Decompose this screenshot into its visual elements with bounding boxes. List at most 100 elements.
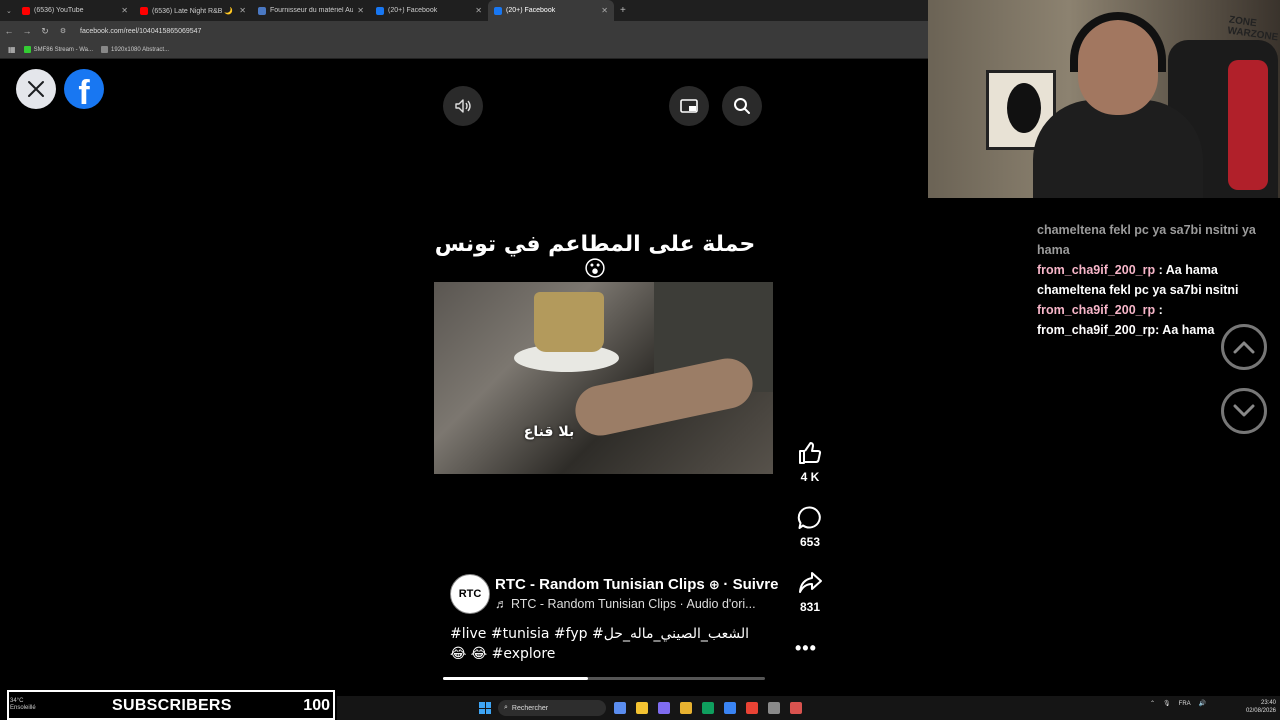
browser-tab[interactable]: Fournisseur du matériel Audiovisuel✕ — [252, 0, 370, 21]
chat-text: Aa hama — [1165, 263, 1218, 277]
tab-close-icon[interactable]: ✕ — [475, 6, 482, 15]
hashtags-line-2[interactable]: 😂 😂 #explore — [450, 644, 770, 664]
chat-text: chameltena fekl pc ya sa7bi nsitni — [1037, 283, 1239, 297]
clock-date: 02/08/2026 — [1245, 708, 1276, 714]
chat-separator: : — [1155, 263, 1166, 277]
language-indicator[interactable]: FRA — [1179, 701, 1191, 707]
channel-name[interactable]: RTC - Random Tunisian Clips — [495, 576, 705, 593]
tab-close-icon[interactable]: ✕ — [601, 6, 608, 15]
chat-username[interactable]: from_cha9if_200_rp — [1037, 303, 1155, 317]
browser-tab[interactable]: (20+) Facebook ✕ — [488, 0, 614, 21]
chat-message: chameltena fekl pc ya sa7bi nsitni ya ha… — [1037, 220, 1262, 260]
taskbar-app-icon[interactable] — [790, 702, 802, 714]
tab-favicon — [22, 6, 30, 15]
tab-label: (20+) Facebook — [388, 7, 438, 14]
chat-text: chameltena fekl pc ya sa7bi nsitni ya ha… — [1037, 223, 1256, 257]
volume-icon[interactable]: 🔊 — [1199, 700, 1206, 707]
weather-temp: 34°C — [10, 698, 24, 704]
apps-grid-icon[interactable]: ▦ — [8, 45, 16, 54]
reel-hashtags: #live #tunisia #fyp #الشعب_الصيني_ماله_ح… — [450, 624, 770, 664]
weather-desc: Ensoleillé — [10, 705, 36, 711]
taskbar-search-placeholder: Rechercher — [511, 704, 549, 712]
forward-icon[interactable]: → — [18, 26, 36, 36]
tab-label: Fournisseur du matériel Audiovisuel — [270, 7, 354, 14]
tab-favicon — [258, 6, 266, 15]
tab-favicon — [376, 6, 384, 15]
taskbar-app-icon[interactable] — [746, 702, 758, 714]
chat-scroll-up-button[interactable] — [1221, 324, 1267, 370]
channel-avatar[interactable]: RTC — [450, 574, 490, 614]
tab-close-icon[interactable]: ✕ — [121, 6, 128, 15]
comment-icon — [797, 506, 821, 529]
bookmark-favicon — [23, 46, 31, 53]
taskbar-clock[interactable]: 23:40 02/08/2026 — [1232, 699, 1276, 715]
channel-header: RTC - Random Tunisian Clips ⊕ · Suivre — [495, 576, 778, 593]
audio-track-link[interactable]: ♬ RTC - Random Tunisian Clips · Audio d'… — [495, 597, 770, 611]
tab-favicon — [140, 6, 148, 15]
more-options-button[interactable]: ••• — [795, 638, 817, 659]
video-caption: بلا قناع — [523, 424, 575, 440]
browser-tab-bar: ⌄ (6536) YouTube ✕ (6536) Late Night R&B 🌙… — [0, 0, 928, 21]
share-arrow-icon — [799, 572, 822, 593]
share-button[interactable]: 831 — [790, 570, 830, 614]
bookmarks-bar: ▦ SMF86 Stream - Wa... 1920x1080 Abstract… — [0, 41, 928, 59]
like-count: 4 K — [800, 470, 820, 484]
reel-video[interactable]: بلا قناع — [434, 282, 773, 474]
tab-list-chevron[interactable]: ⌄ — [0, 0, 16, 21]
search-icon: ⌕ — [504, 704, 508, 711]
back-icon[interactable]: ← — [0, 26, 18, 36]
chat-separator: : — [1155, 303, 1163, 317]
mute-button[interactable] — [443, 86, 483, 126]
subscribers-label: SUBSCRIBERS — [112, 697, 232, 714]
browser-tab[interactable]: (6536) YouTube ✕ — [16, 0, 134, 21]
globe-icon: ⊕ — [708, 577, 724, 592]
taskbar-app-icon[interactable] — [636, 702, 648, 714]
microphone-icon[interactable]: 🎙 — [1163, 700, 1171, 707]
system-tray: ⌃ 🎙 FRA 🔊 — [1150, 700, 1206, 708]
weather-widget[interactable]: 34°C Ensoleillé — [10, 698, 36, 712]
taskbar-app-icon[interactable] — [614, 702, 626, 714]
tab-favicon — [494, 6, 502, 15]
taskbar-app-icon[interactable] — [658, 702, 670, 714]
taskbar-app-icon[interactable] — [768, 702, 780, 714]
tab-close-icon[interactable]: ✕ — [357, 6, 364, 15]
bookmark-item[interactable]: SMF86 Stream - Wa... — [23, 46, 94, 53]
windows-start-icon[interactable] — [479, 702, 491, 714]
taskbar-app-icon[interactable] — [724, 702, 736, 714]
site-info-icon[interactable]: ⚙ — [54, 27, 72, 35]
clock-time: 23:40 — [1260, 700, 1276, 706]
follow-button[interactable]: Suivre — [733, 576, 779, 593]
tab-close-icon[interactable]: ✕ — [239, 6, 246, 15]
browser-tab[interactable]: (6536) Late Night R&B 🌙 Dark ✕ — [134, 0, 252, 21]
stream-chat: chameltena fekl pc ya sa7bi nsitni ya ha… — [1037, 220, 1262, 340]
browser-tab[interactable]: (20+) Facebook ✕ — [370, 0, 488, 21]
taskbar-app-icon[interactable] — [702, 702, 714, 714]
like-button[interactable]: 4 K — [790, 440, 830, 484]
follow-separator: · — [723, 576, 729, 593]
tab-label: (6536) Late Night R&B 🌙 Dark — [152, 7, 235, 15]
search-button[interactable] — [722, 86, 762, 126]
reel-title: حملة على المطاعم في تونس 😮 — [434, 232, 756, 282]
bookmark-label: SMF86 Stream - Wa... — [33, 46, 94, 53]
new-tab-button[interactable]: + — [614, 0, 632, 21]
picture-in-picture-button[interactable] — [669, 86, 709, 126]
pip-icon — [680, 99, 698, 113]
share-count: 831 — [799, 600, 821, 614]
chat-username[interactable]: from_cha9if_200_rp — [1037, 263, 1155, 277]
taskbar-search-box[interactable]: ⌕ Rechercher — [498, 700, 606, 716]
video-progress-fill — [443, 677, 588, 680]
bookmark-item[interactable]: 1920x1080 Abstract... — [101, 46, 169, 53]
chat-message: chameltena fekl pc ya sa7bi nsitni — [1037, 280, 1262, 300]
facebook-logo[interactable]: f — [64, 69, 104, 109]
chat-message: from_cha9if_200_rp : Aa hama — [1037, 260, 1262, 280]
url-input[interactable]: facebook.com/reel/1040415865069547 — [80, 28, 201, 35]
chat-scroll-down-button[interactable] — [1221, 388, 1267, 434]
taskbar-app-icon[interactable] — [680, 702, 692, 714]
speaker-icon — [455, 99, 471, 113]
streamer-webcam: ZONE WARZONE — [928, 0, 1280, 198]
chevron-up-icon[interactable]: ⌃ — [1150, 700, 1155, 707]
reload-icon[interactable]: ↻ — [36, 26, 54, 37]
close-reel-button[interactable] — [16, 69, 56, 109]
comment-button[interactable]: 653 — [790, 505, 830, 549]
hashtags-line-1[interactable]: #live #tunisia #fyp #الشعب_الصيني_ماله_ح… — [450, 624, 770, 644]
